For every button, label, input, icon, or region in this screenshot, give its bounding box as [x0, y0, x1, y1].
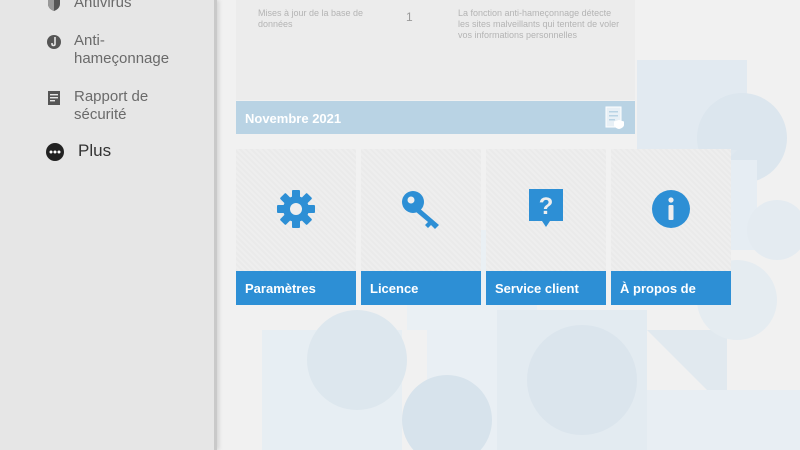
help-icon: ?	[526, 189, 566, 229]
sidebar-item-label: Anti-hameçonnage	[74, 32, 170, 67]
tile-label: Licence	[370, 281, 419, 296]
sidebar-item-anti-phishing[interactable]: Anti-hameçonnage	[46, 32, 194, 68]
settings-tile[interactable]: Paramètres	[236, 149, 356, 305]
report-icon	[46, 90, 64, 108]
document-shield-icon	[605, 106, 625, 135]
license-tile[interactable]: Licence	[361, 149, 481, 305]
tile-label-bar: Licence	[361, 271, 481, 305]
hook-icon	[46, 34, 64, 52]
tile-label: Service client	[495, 281, 579, 296]
about-tile[interactable]: À propos de	[611, 149, 731, 305]
sidebar: Antivirus Anti-hameçonnage Rapport de sé…	[0, 0, 217, 450]
tile-label-bar: À propos de	[611, 271, 731, 305]
sidebar-item-antivirus[interactable]: Antivirus	[46, 0, 194, 14]
tile-body	[236, 149, 356, 271]
tile-body: ?	[486, 149, 606, 271]
sidebar-item-more[interactable]: Plus	[46, 141, 198, 161]
info-description: La fonction anti-hameçonnage détecte les…	[458, 8, 620, 40]
gear-icon	[276, 189, 316, 229]
tile-label: À propos de	[620, 281, 696, 296]
month-title: Novembre 2021	[245, 111, 342, 126]
info-icon	[651, 189, 691, 229]
tile-label-bar: Service client	[486, 271, 606, 305]
key-icon	[401, 189, 441, 229]
info-value: 1	[406, 10, 413, 24]
tile-label-bar: Paramètres	[236, 271, 356, 305]
sidebar-item-label: Plus	[78, 141, 112, 160]
sidebar-item-label: Rapport de sécurité	[74, 88, 149, 123]
shield-icon	[46, 0, 64, 14]
sidebar-item-security-report[interactable]: Rapport de sécurité	[46, 88, 194, 124]
more-icon	[46, 143, 64, 161]
tile-label: Paramètres	[245, 281, 316, 296]
info-label: Mises à jour de la base de données	[258, 8, 364, 29]
tile-body	[611, 149, 731, 271]
tile-body	[361, 149, 481, 271]
svg-text:?: ?	[539, 193, 554, 220]
customer-service-tile[interactable]: ? Service client	[486, 149, 606, 305]
sidebar-item-label: Antivirus	[74, 0, 132, 11]
month-bar: Novembre 2021	[236, 101, 635, 134]
info-panel: Mises à jour de la base de données 1 La …	[236, 0, 635, 100]
